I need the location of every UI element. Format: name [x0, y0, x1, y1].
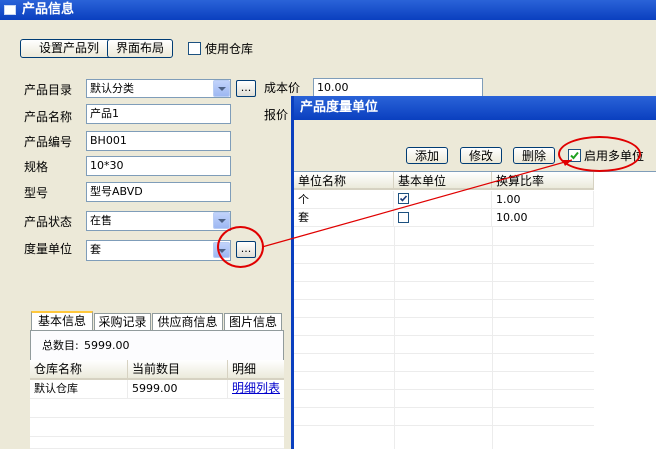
annotation-arrow	[261, 159, 573, 248]
